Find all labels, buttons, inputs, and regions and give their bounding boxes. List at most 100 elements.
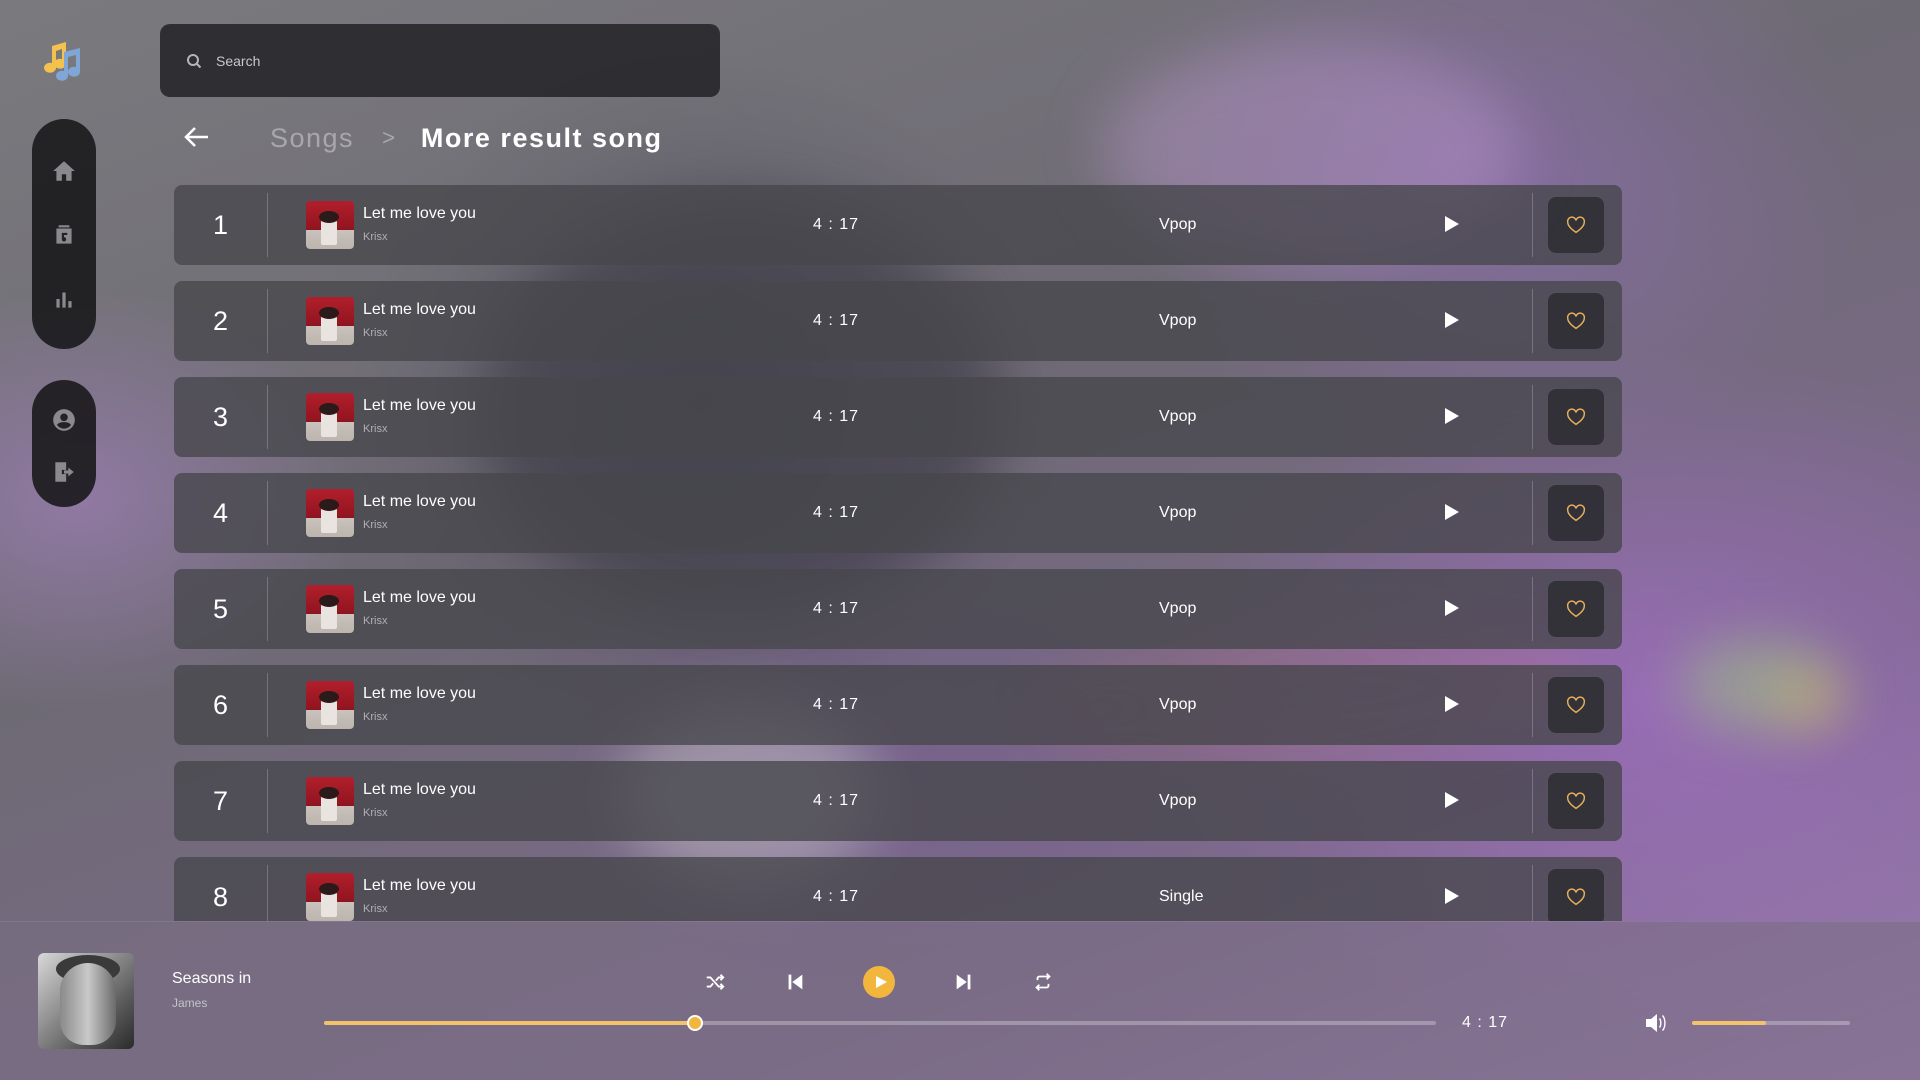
now-playing-cover-image	[38, 953, 134, 1049]
song-number: 6	[212, 689, 229, 720]
play-icon[interactable]	[1440, 693, 1464, 717]
song-duration: 4 : 17	[812, 792, 860, 809]
song-genre: Vpop	[1159, 696, 1197, 713]
song-row[interactable]: 1 Let me love you Krisx 4 : 17 Vpop	[174, 185, 1622, 265]
song-number: 2	[212, 305, 229, 336]
volume-fill	[1692, 1021, 1767, 1025]
play-pause-icon[interactable]	[863, 966, 895, 998]
song-duration: 4 : 17	[812, 312, 860, 329]
logout-icon[interactable]	[50, 458, 78, 486]
library-icon[interactable]	[50, 221, 78, 249]
song-duration: 4 : 17	[812, 696, 860, 713]
previous-icon[interactable]	[780, 967, 810, 997]
heart-icon[interactable]	[1548, 293, 1604, 349]
song-row[interactable]: 6 Let me love you Krisx 4 : 17 Vpop	[174, 665, 1622, 745]
progress-slider[interactable]	[324, 1015, 1436, 1031]
song-title: Let me love you	[363, 205, 476, 222]
volume-icon[interactable]	[1644, 1012, 1670, 1036]
play-icon[interactable]	[1440, 885, 1464, 909]
song-genre: Vpop	[1159, 216, 1197, 233]
song-number: 3	[212, 401, 229, 432]
home-icon[interactable]	[50, 157, 78, 185]
breadcrumb: Songs > More result song	[182, 118, 662, 158]
breadcrumb-separator: >	[382, 125, 395, 150]
song-title: Let me love you	[363, 877, 476, 894]
song-artist: Krisx	[363, 615, 388, 627]
play-icon[interactable]	[1440, 309, 1464, 333]
volume-slider[interactable]	[1692, 1021, 1850, 1025]
search-bar[interactable]	[160, 24, 720, 97]
song-number: 7	[212, 785, 229, 816]
progress-thumb[interactable]	[687, 1015, 704, 1031]
song-row[interactable]: 3 Let me love you Krisx 4 : 17 Vpop	[174, 377, 1622, 457]
shuffle-icon[interactable]	[700, 967, 730, 997]
song-row[interactable]: 7 Let me love you Krisx 4 : 17 Vpop	[174, 761, 1622, 841]
play-icon[interactable]	[1440, 597, 1464, 621]
song-cover-image	[306, 585, 354, 633]
heart-icon[interactable]	[1548, 581, 1604, 637]
song-cover-image	[306, 681, 354, 729]
breadcrumb-songs-link[interactable]: Songs	[270, 123, 354, 154]
song-number: 8	[212, 881, 229, 912]
heart-icon[interactable]	[1548, 389, 1604, 445]
song-artist: Krisx	[363, 903, 388, 915]
song-duration: 4 : 17	[812, 216, 860, 233]
song-cover-image	[306, 873, 354, 921]
sidebar-account-nav	[32, 380, 96, 507]
song-cover-image	[306, 777, 354, 825]
song-number: 4	[212, 497, 229, 528]
song-artist: Krisx	[363, 519, 388, 531]
page-title: More result song	[420, 122, 663, 153]
heart-icon[interactable]	[1548, 677, 1604, 733]
song-genre: Vpop	[1159, 408, 1197, 425]
song-title: Let me love you	[363, 781, 476, 798]
progress-fill	[324, 1021, 696, 1025]
song-cover-image	[306, 201, 354, 249]
song-row[interactable]: 2 Let me love you Krisx 4 : 17 Vpop	[174, 281, 1622, 361]
now-playing-artist: James	[172, 996, 208, 1010]
now-playing-title: Seasons in	[172, 970, 252, 987]
song-artist: Krisx	[363, 327, 388, 339]
song-duration: 4 : 17	[812, 408, 860, 425]
player-bar: Seasons in James 4 : 17	[0, 921, 1920, 1080]
back-arrow-icon[interactable]	[182, 122, 214, 154]
song-number: 5	[212, 593, 229, 624]
play-icon[interactable]	[1440, 405, 1464, 429]
song-duration: 4 : 17	[812, 600, 860, 617]
song-row[interactable]: 4 Let me love you Krisx 4 : 17 Vpop	[174, 473, 1622, 553]
search-input[interactable]	[216, 52, 696, 69]
next-icon[interactable]	[949, 967, 979, 997]
song-title: Let me love you	[363, 301, 476, 318]
song-title: Let me love you	[363, 685, 476, 702]
music-logo-icon	[42, 38, 86, 82]
song-genre: Vpop	[1159, 792, 1197, 809]
track-duration: 4 : 17	[1462, 1014, 1509, 1031]
song-artist: Krisx	[363, 711, 388, 723]
song-row[interactable]: 8 Let me love you Krisx 4 : 17 Single	[174, 857, 1622, 921]
song-artist: Krisx	[363, 231, 388, 243]
song-duration: 4 : 17	[812, 888, 860, 905]
song-title: Let me love you	[363, 397, 476, 414]
song-cover-image	[306, 297, 354, 345]
song-genre: Vpop	[1159, 504, 1197, 521]
heart-icon[interactable]	[1548, 485, 1604, 541]
play-icon[interactable]	[1440, 501, 1464, 525]
heart-icon[interactable]	[1548, 197, 1604, 253]
chart-icon[interactable]	[50, 285, 78, 313]
heart-icon[interactable]	[1548, 869, 1604, 921]
sidebar-main-nav	[32, 119, 96, 349]
song-number: 1	[212, 209, 229, 240]
repeat-icon[interactable]	[1028, 967, 1058, 997]
song-cover-image	[306, 489, 354, 537]
play-icon[interactable]	[1440, 213, 1464, 237]
play-icon[interactable]	[1440, 789, 1464, 813]
song-title: Let me love you	[363, 589, 476, 606]
heart-icon[interactable]	[1548, 773, 1604, 829]
search-icon	[187, 53, 202, 68]
song-row[interactable]: 5 Let me love you Krisx 4 : 17 Vpop	[174, 569, 1622, 649]
song-cover-image	[306, 393, 354, 441]
song-list: 1 Let me love you Krisx 4 : 17 Vpop 2 Le…	[174, 185, 1624, 921]
account-icon[interactable]	[50, 406, 78, 434]
song-duration: 4 : 17	[812, 504, 860, 521]
song-genre: Vpop	[1159, 600, 1197, 617]
